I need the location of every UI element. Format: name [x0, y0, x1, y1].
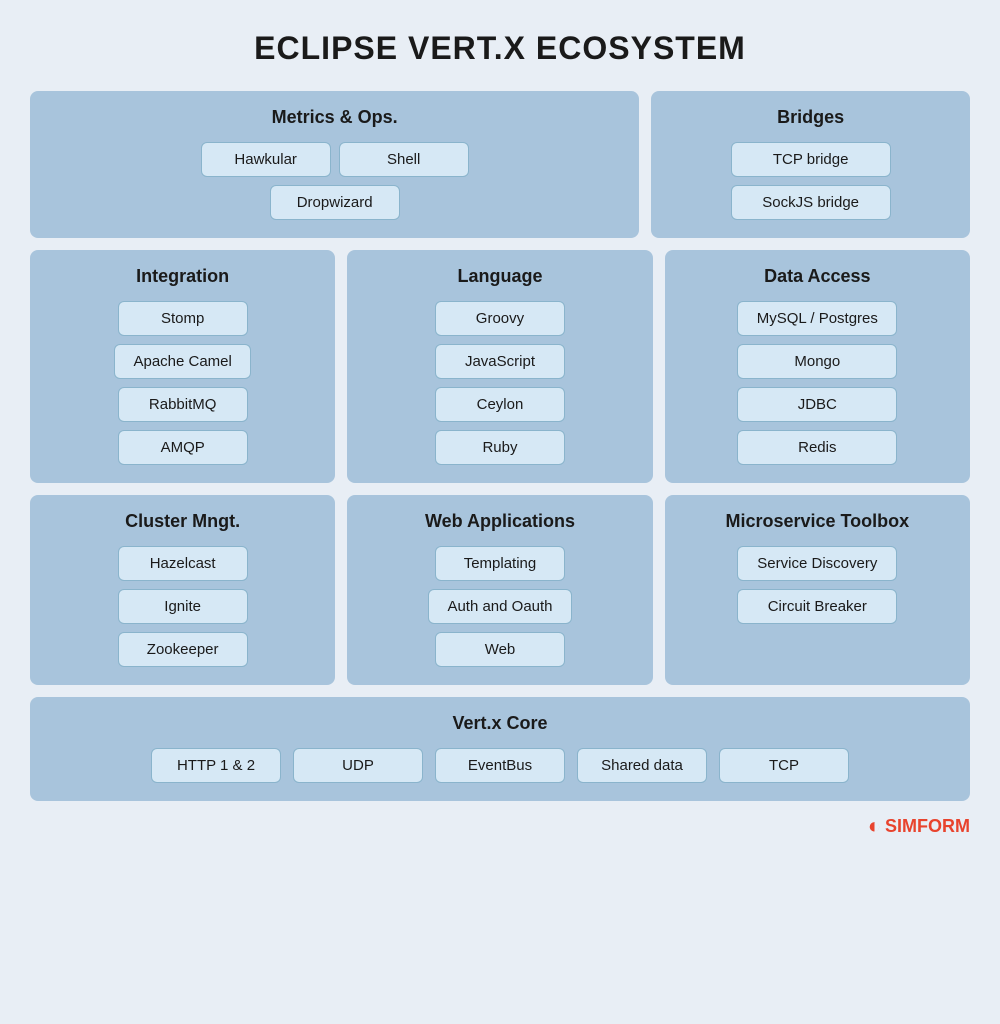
core-items: HTTP 1 & 2 UDP EventBus Shared data TCP — [44, 748, 956, 783]
list-item: Shell — [339, 142, 469, 177]
section-integration-title: Integration — [44, 266, 321, 287]
dataaccess-items: MySQL / Postgres Mongo JDBC Redis — [679, 301, 956, 465]
section-dataaccess: Data Access MySQL / Postgres Mongo JDBC … — [665, 250, 970, 483]
simform-s-icon: ◐ — [868, 813, 881, 839]
list-item: HTTP 1 & 2 — [151, 748, 281, 783]
list-item: Ignite — [118, 589, 248, 624]
list-item: AMQP — [118, 430, 248, 465]
list-item: Templating — [435, 546, 565, 581]
list-item: EventBus — [435, 748, 565, 783]
metrics-items: Hawkular Shell Dropwizard — [44, 142, 625, 220]
list-item: Groovy — [435, 301, 565, 336]
list-item: Web — [435, 632, 565, 667]
row-3: Cluster Mngt. Hazelcast Ignite Zookeeper… — [30, 495, 970, 685]
list-item: SockJS bridge — [731, 185, 891, 220]
simform-text: SIMFORM — [885, 816, 970, 837]
row-2: Integration Stomp Apache Camel RabbitMQ … — [30, 250, 970, 483]
list-item: RabbitMQ — [118, 387, 248, 422]
section-core: Vert.x Core HTTP 1 & 2 UDP EventBus Shar… — [30, 697, 970, 801]
section-cluster-title: Cluster Mngt. — [44, 511, 321, 532]
section-integration: Integration Stomp Apache Camel RabbitMQ … — [30, 250, 335, 483]
section-cluster: Cluster Mngt. Hazelcast Ignite Zookeeper — [30, 495, 335, 685]
list-item: Ceylon — [435, 387, 565, 422]
list-item: MySQL / Postgres — [737, 301, 897, 336]
row-core: Vert.x Core HTTP 1 & 2 UDP EventBus Shar… — [30, 697, 970, 801]
list-item: Circuit Breaker — [737, 589, 897, 624]
cluster-items: Hazelcast Ignite Zookeeper — [44, 546, 321, 667]
section-bridges-title: Bridges — [665, 107, 956, 128]
section-language: Language Groovy JavaScript Ceylon Ruby — [347, 250, 652, 483]
list-item: TCP bridge — [731, 142, 891, 177]
list-item: Redis — [737, 430, 897, 465]
list-item: Auth and Oauth — [428, 589, 571, 624]
footer: ◐ SIMFORM — [30, 813, 970, 839]
list-item: Ruby — [435, 430, 565, 465]
list-item: Shared data — [577, 748, 707, 783]
section-webapp-title: Web Applications — [361, 511, 638, 532]
bridges-items: TCP bridge SockJS bridge — [665, 142, 956, 220]
section-webapp: Web Applications Templating Auth and Oau… — [347, 495, 652, 685]
list-item: JDBC — [737, 387, 897, 422]
webapp-items: Templating Auth and Oauth Web — [361, 546, 638, 667]
section-core-title: Vert.x Core — [44, 713, 956, 734]
list-item: Hazelcast — [118, 546, 248, 581]
integration-items: Stomp Apache Camel RabbitMQ AMQP — [44, 301, 321, 465]
section-microservice-title: Microservice Toolbox — [679, 511, 956, 532]
list-item: UDP — [293, 748, 423, 783]
section-dataaccess-title: Data Access — [679, 266, 956, 287]
section-metrics-title: Metrics & Ops. — [44, 107, 625, 128]
list-item: Zookeeper — [118, 632, 248, 667]
list-item: Service Discovery — [737, 546, 897, 581]
list-item: Dropwizard — [270, 185, 400, 220]
section-microservice: Microservice Toolbox Service Discovery C… — [665, 495, 970, 685]
row-1: Metrics & Ops. Hawkular Shell Dropwizard… — [30, 91, 970, 238]
list-item: JavaScript — [435, 344, 565, 379]
list-item: Apache Camel — [114, 344, 250, 379]
page-title: ECLIPSE VERT.X ECOSYSTEM — [30, 30, 970, 67]
list-item: Mongo — [737, 344, 897, 379]
main-grid: Metrics & Ops. Hawkular Shell Dropwizard… — [30, 91, 970, 801]
section-bridges: Bridges TCP bridge SockJS bridge — [651, 91, 970, 238]
list-item: TCP — [719, 748, 849, 783]
metrics-row-1: Hawkular Shell — [201, 142, 469, 177]
section-language-title: Language — [361, 266, 638, 287]
metrics-row-2: Dropwizard — [270, 185, 400, 220]
list-item: Stomp — [118, 301, 248, 336]
section-metrics: Metrics & Ops. Hawkular Shell Dropwizard — [30, 91, 639, 238]
language-items: Groovy JavaScript Ceylon Ruby — [361, 301, 638, 465]
list-item: Hawkular — [201, 142, 331, 177]
microservice-items: Service Discovery Circuit Breaker — [679, 546, 956, 624]
simform-logo: ◐ SIMFORM — [868, 813, 970, 839]
